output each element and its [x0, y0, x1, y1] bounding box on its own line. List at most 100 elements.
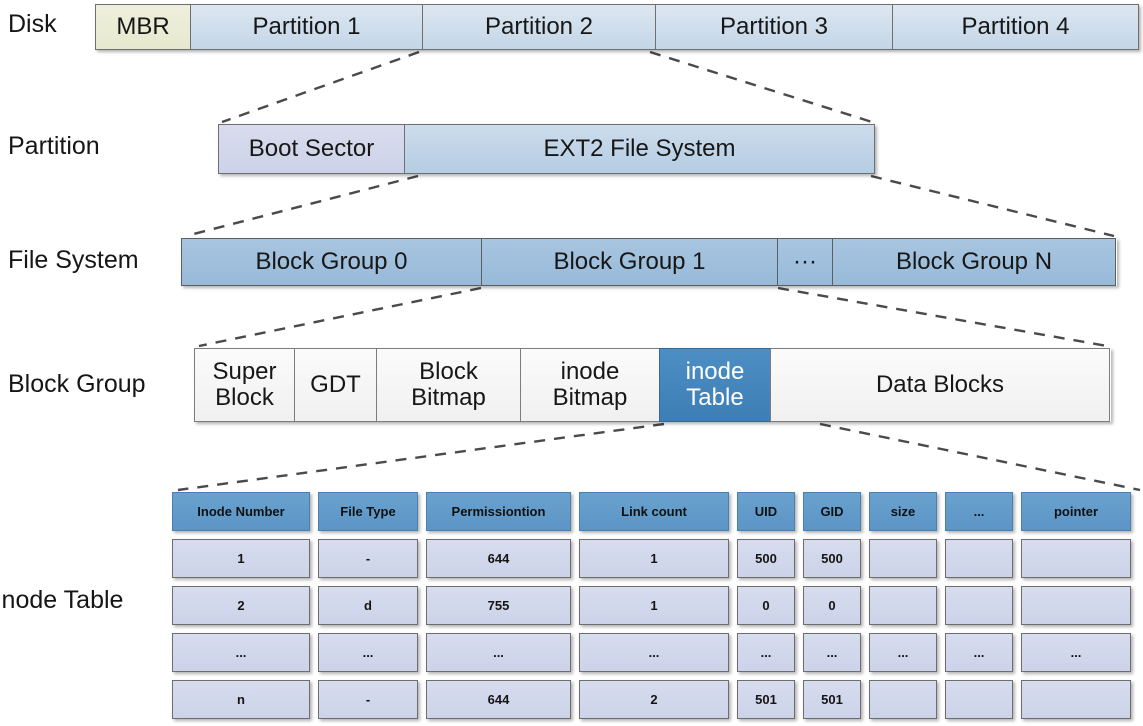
row-label-block-group: Block Group: [8, 370, 146, 398]
inode-table-row: ... ... ... ... ... ... ... ... ...: [172, 633, 1143, 672]
disk-cell-mbr[interactable]: MBR: [95, 4, 191, 50]
bg-cell-inode-table-line1: inode: [685, 358, 745, 386]
inode-table-header-permission: Permissiontion: [426, 492, 571, 531]
row-label-partition: Partition: [8, 132, 100, 160]
fs-cell-block-group-1[interactable]: Block Group 1: [481, 238, 778, 286]
inode-table-cell-gid: 500: [803, 539, 861, 578]
disk-cell-partition-2-label: Partition 2: [484, 13, 594, 41]
connector-disk-to-partition-right: [649, 50, 873, 124]
bg-cell-inode-table-line2: Table: [686, 384, 744, 411]
inode-table-row: n - 644 2 501 501: [172, 680, 1143, 719]
inode-table-header-inode-number: Inode Number: [172, 492, 310, 531]
fs-cell-ellipsis: ···: [777, 238, 833, 286]
bg-cell-inode-bitmap[interactable]: inode Bitmap: [520, 348, 660, 422]
bg-cell-block-bitmap-line2: Bitmap: [411, 384, 486, 411]
inode-table-cell-pointer: [1021, 586, 1131, 625]
disk-cell-partition-2[interactable]: Partition 2: [422, 4, 656, 50]
bg-cell-block-bitmap[interactable]: Block Bitmap: [376, 348, 521, 422]
bg-cell-gdt-label: GDT: [310, 371, 361, 399]
bg-cell-block-bitmap-line1: Block: [419, 358, 478, 386]
bg-cell-inode-bitmap-line1: inode: [560, 358, 620, 386]
bg-cell-inode-table[interactable]: inode Table: [659, 348, 771, 422]
inode-table-cell-ellipsis: [945, 586, 1013, 625]
inode-table-cell-permission: ...: [426, 633, 571, 672]
bg-cell-super-block-label: Super Block: [212, 359, 276, 411]
bg-cell-super-block-line1: Super: [212, 358, 277, 386]
inode-table-cell-link-count: 1: [579, 539, 729, 578]
disk-cell-partition-4-label: Partition 4: [961, 13, 1070, 41]
inode-table: Inode Number File Type Permissiontion Li…: [172, 492, 1143, 719]
bg-cell-inode-table-label: inode Table: [686, 359, 745, 411]
inode-table-cell-permission: 644: [426, 539, 571, 578]
row-label-file-system: File System: [8, 246, 139, 274]
inode-table-cell-ellipsis: ...: [945, 633, 1013, 672]
row-label-disk: Disk: [8, 10, 57, 38]
partition-cell-ext2-filesystem-label: EXT2 File System: [543, 135, 736, 163]
inode-table-cell-inode-number: 1: [172, 539, 310, 578]
inode-table-cell-link-count: ...: [579, 633, 729, 672]
inode-table-cell-file-type: -: [318, 680, 418, 719]
connector-blockgroup-to-inodetable-right: [819, 422, 1141, 492]
partition-cell-ext2-filesystem[interactable]: EXT2 File System: [404, 124, 875, 174]
connector-partition-to-fs-right: [870, 174, 1115, 238]
inode-table-row: 1 - 644 1 500 500: [172, 539, 1143, 578]
disk-cell-partition-1[interactable]: Partition 1: [190, 4, 423, 50]
inode-table-cell-inode-number: n: [172, 680, 310, 719]
inode-table-cell-gid: 501: [803, 680, 861, 719]
inode-table-cell-inode-number: ...: [172, 633, 310, 672]
fs-cell-block-group-0[interactable]: Block Group 0: [181, 238, 482, 286]
partition-cell-boot-sector-label: Boot Sector: [248, 135, 375, 163]
inode-table-cell-uid: 500: [737, 539, 795, 578]
bg-cell-block-bitmap-label: Block Bitmap: [411, 359, 486, 411]
fs-cell-block-group-1-label: Block Group 1: [553, 248, 706, 276]
fs-cell-block-group-n-label: Block Group N: [895, 248, 1053, 276]
inode-table-cell-ellipsis: [945, 680, 1013, 719]
bg-cell-super-block[interactable]: Super Block: [194, 348, 295, 422]
disk-band: MBR Partition 1 Partition 2 Partition 3 …: [95, 4, 1139, 50]
inode-table-cell-inode-number: 2: [172, 586, 310, 625]
disk-cell-mbr-label: MBR: [116, 13, 170, 41]
inode-table-header-link-count: Link count: [579, 492, 729, 531]
connector-partition-to-fs-left: [185, 174, 419, 238]
inode-table-cell-uid: ...: [737, 633, 795, 672]
bg-cell-inode-bitmap-label: inode Bitmap: [553, 359, 628, 411]
inode-table-cell-permission: 644: [426, 680, 571, 719]
inode-table-cell-link-count: 1: [579, 586, 729, 625]
inode-table-cell-pointer: [1021, 680, 1131, 719]
connector-disk-to-partition-left: [221, 50, 420, 124]
row-label-inode-table: inode Table: [0, 586, 124, 614]
inode-table-header-ellipsis: ...: [945, 492, 1013, 531]
inode-table-cell-gid: 0: [803, 586, 861, 625]
inode-table-cell-pointer: ...: [1021, 633, 1131, 672]
bg-cell-gdt[interactable]: GDT: [294, 348, 377, 422]
inode-table-header-pointer: pointer: [1021, 492, 1131, 531]
bg-cell-inode-bitmap-line2: Bitmap: [552, 384, 628, 411]
inode-table-header-gid: GID: [803, 492, 861, 531]
bg-cell-data-blocks[interactable]: Data Blocks: [770, 348, 1110, 422]
inode-table-cell-permission: 755: [426, 586, 571, 625]
inode-table-header-size: size: [869, 492, 937, 531]
partition-cell-boot-sector[interactable]: Boot Sector: [218, 124, 405, 174]
inode-table-header-file-type: File Type: [318, 492, 418, 531]
inode-table-cell-ellipsis: [945, 539, 1013, 578]
fs-cell-ellipsis-label: ···: [793, 248, 817, 276]
inode-table-cell-link-count: 2: [579, 680, 729, 719]
disk-cell-partition-3[interactable]: Partition 3: [655, 4, 893, 50]
inode-table-header-row: Inode Number File Type Permissiontion Li…: [172, 492, 1143, 531]
connector-blockgroup-to-inodetable-left: [177, 422, 665, 492]
bg-cell-data-blocks-label: Data Blocks: [875, 371, 1005, 399]
inode-table-cell-uid: 501: [737, 680, 795, 719]
inode-table-cell-size: [869, 586, 937, 625]
ext2-layout-diagram: Disk MBR Partition 1 Partition 2 Partiti…: [0, 0, 1143, 726]
disk-cell-partition-1-label: Partition 1: [252, 13, 361, 41]
block-group-band: Super Block GDT Block Bitmap inode Bitma…: [194, 348, 1111, 422]
disk-cell-partition-3-label: Partition 3: [719, 13, 829, 41]
inode-table-cell-pointer: [1021, 539, 1131, 578]
inode-table-cell-uid: 0: [737, 586, 795, 625]
inode-table-cell-size: [869, 680, 937, 719]
disk-cell-partition-4[interactable]: Partition 4: [892, 4, 1139, 50]
connector-fs-to-blockgroup-right: [777, 286, 1108, 348]
file-system-band: Block Group 0 Block Group 1 ··· Block Gr…: [181, 238, 1117, 286]
inode-table-cell-file-type: ...: [318, 633, 418, 672]
fs-cell-block-group-n[interactable]: Block Group N: [832, 238, 1116, 286]
